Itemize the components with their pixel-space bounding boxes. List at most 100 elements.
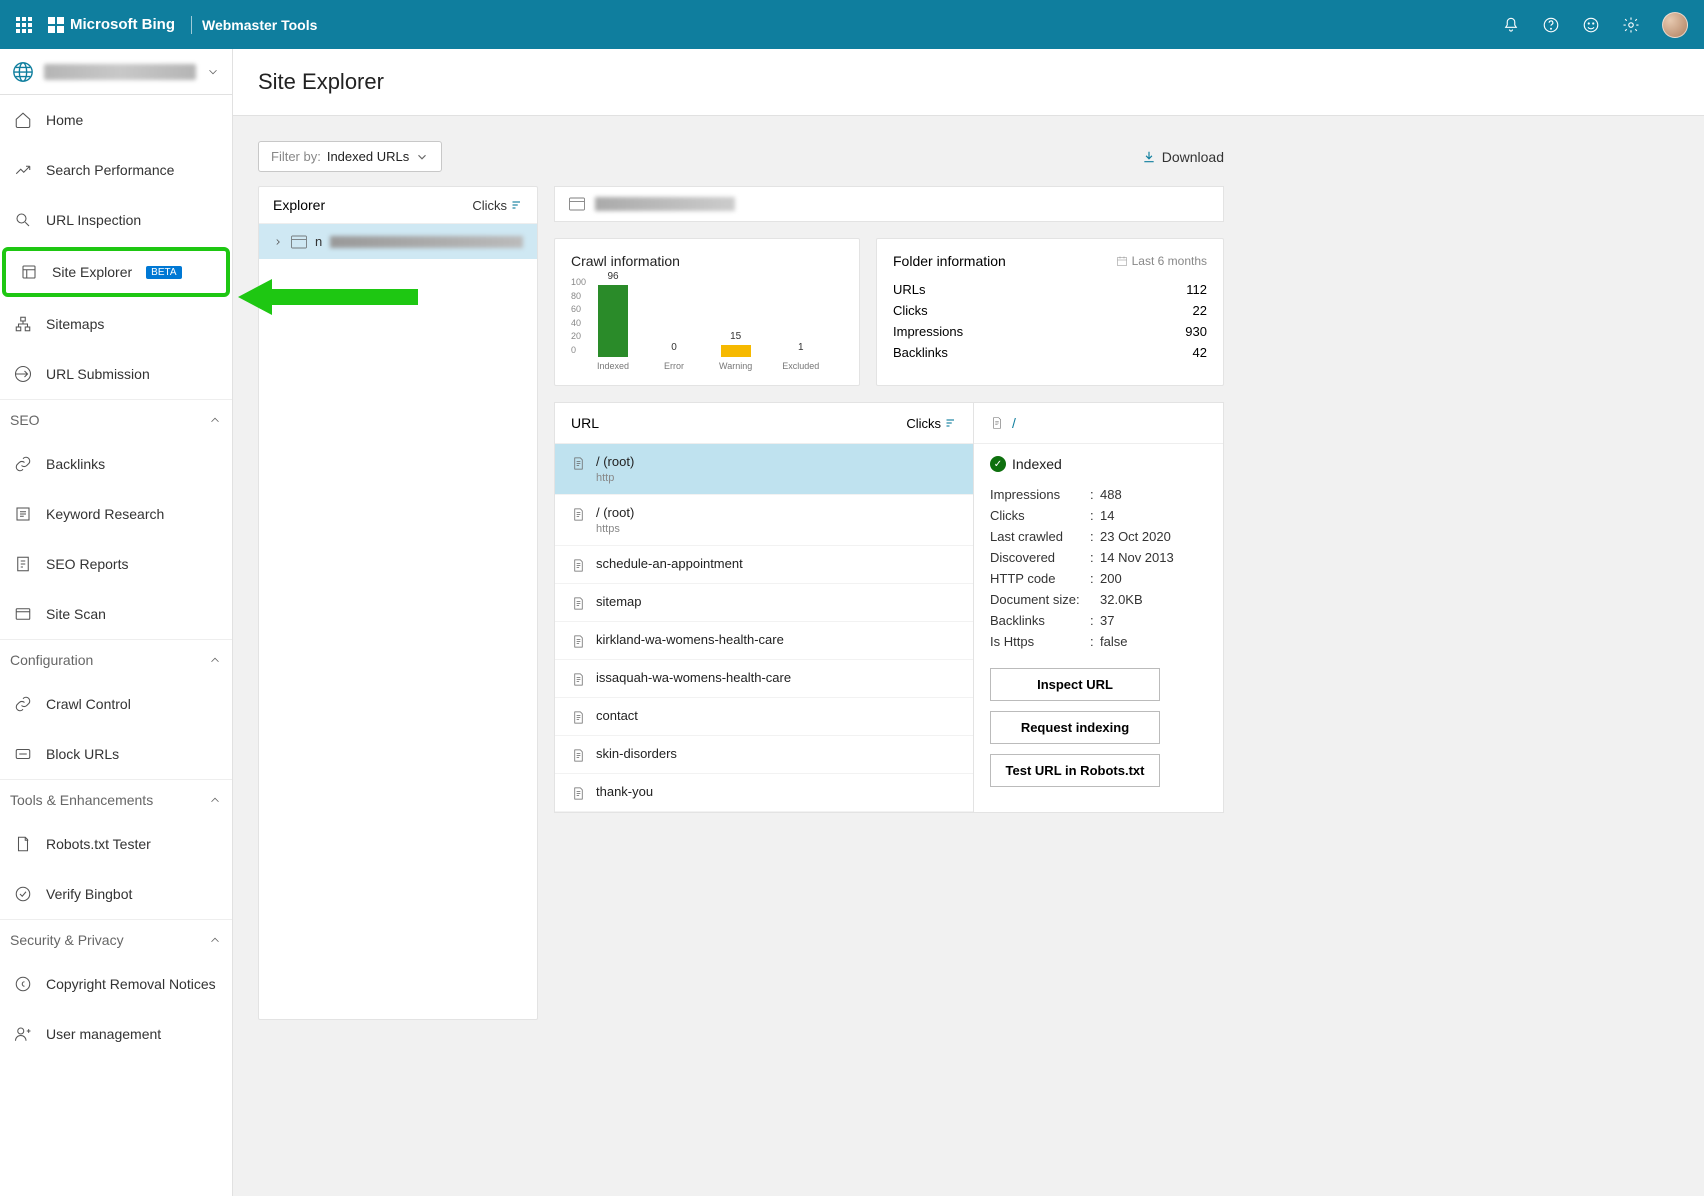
file-icon [14,835,32,853]
top-bar: Microsoft Bing Webmaster Tools [0,0,1704,49]
main: Site Explorer Filter by: Indexed URLs Do… [233,49,1704,1196]
section-config[interactable]: Configuration [0,639,232,679]
request-indexing-button[interactable]: Request indexing [990,711,1160,744]
nav-user-management[interactable]: User management [0,1009,232,1059]
site-selector[interactable] [0,49,232,95]
nav-label: Site Scan [46,606,106,622]
page-icon [990,416,1004,430]
folder-stat: Impressions930 [893,321,1207,342]
site-name-blurred [44,64,196,80]
filter-label: Filter by: [271,149,321,164]
url-item[interactable]: / (root)https [555,495,973,546]
list-icon [14,505,32,523]
nav-site-explorer[interactable]: Site Explorer BETA [2,247,230,297]
chevron-down-icon [415,150,429,164]
nav-label: User management [46,1026,161,1042]
url-item[interactable]: / (root)http [555,444,973,495]
nav-url-inspection[interactable]: URL Inspection [0,195,232,245]
detail-path-text: / [1012,415,1016,431]
user-avatar[interactable] [1662,12,1688,38]
calendar-icon [1116,255,1128,267]
period-selector[interactable]: Last 6 months [1116,254,1207,268]
settings-icon[interactable] [1622,16,1640,34]
sort-icon [511,199,523,211]
nav-robots-tester[interactable]: Robots.txt Tester [0,819,232,869]
feedback-icon[interactable] [1582,16,1600,34]
crawl-chart: 100806040200 96 Indexed 0 Error [597,275,843,371]
nav-copyright[interactable]: Copyright Removal Notices [0,959,232,1009]
folder-stat: Backlinks42 [893,342,1207,363]
home-icon [14,111,32,129]
nav-crawl-control[interactable]: Crawl Control [0,679,232,729]
nav-backlinks[interactable]: Backlinks [0,439,232,489]
detail-row: Backlinks: 37 [990,610,1207,631]
nav-seo-reports[interactable]: SEO Reports [0,539,232,589]
detail-row: Is Https: false [990,631,1207,652]
chevron-up-icon [208,933,222,947]
help-icon[interactable] [1542,16,1560,34]
bell-icon[interactable] [1502,16,1520,34]
index-status: Indexed [990,456,1207,472]
explorer-panel: Explorer Clicks n [258,186,538,1020]
url-item[interactable]: sitemap [555,584,973,622]
detail-row: Impressions: 488 [990,484,1207,505]
nav-site-scan[interactable]: Site Scan [0,589,232,639]
url-clicks-sort[interactable]: Clicks [906,415,957,431]
url-list-panel: URL Clicks / (root)http/ (root)httpssche… [554,402,974,813]
test-robots-button[interactable]: Test URL in Robots.txt [990,754,1160,787]
detail-row: Discovered: 14 Nov 2013 [990,547,1207,568]
nav-home[interactable]: Home [0,95,232,145]
section-title: Tools & Enhancements [10,792,153,808]
nav-label: Crawl Control [46,696,131,712]
filter-value: Indexed URLs [327,149,409,164]
detail-row: Clicks: 14 [990,505,1207,526]
verify-icon [14,885,32,903]
url-item[interactable]: issaquah-wa-womens-health-care [555,660,973,698]
url-item[interactable]: schedule-an-appointment [555,546,973,584]
filter-dropdown[interactable]: Filter by: Indexed URLs [258,141,442,172]
section-security[interactable]: Security & Privacy [0,919,232,959]
nav-label: URL Inspection [46,212,141,228]
crawl-info-card: Crawl information 100806040200 96 Indexe… [554,238,860,386]
explorer-clicks-sort[interactable]: Clicks [472,198,523,213]
section-title: Configuration [10,652,93,668]
detail-row: HTTP code: 200 [990,568,1207,589]
section-seo[interactable]: SEO [0,399,232,439]
nav-label: Search Performance [46,162,174,178]
url-col-head: URL [571,415,599,431]
nav-url-submission[interactable]: URL Submission [0,349,232,399]
crumb-blurred [595,197,735,211]
nav-block-urls[interactable]: Block URLs [0,729,232,779]
brand-name: Microsoft Bing [70,16,175,33]
download-icon [1142,150,1156,164]
nav-label: Robots.txt Tester [46,836,151,852]
nav-search-performance[interactable]: Search Performance [0,145,232,195]
url-item[interactable]: contact [555,698,973,736]
site-icon [569,197,585,211]
download-label: Download [1162,149,1224,165]
scan-icon [14,605,32,623]
url-item[interactable]: skin-disorders [555,736,973,774]
url-item[interactable]: thank-you [555,774,973,812]
nav-keyword-research[interactable]: Keyword Research [0,489,232,539]
download-button[interactable]: Download [1142,149,1224,165]
detail-row: Document size:32.0KB [990,589,1207,610]
url-item[interactable]: kirkland-wa-womens-health-care [555,622,973,660]
nav-sitemaps[interactable]: Sitemaps [0,299,232,349]
brand-sub: Webmaster Tools [202,17,317,33]
explorer-root-row[interactable]: n [259,224,537,259]
crawl-title: Crawl information [571,253,843,269]
nav-verify-bingbot[interactable]: Verify Bingbot [0,869,232,919]
beta-badge: BETA [146,266,181,279]
nav-label: SEO Reports [46,556,128,572]
breadcrumb-bar [554,186,1224,222]
sort-icon [945,417,957,429]
inspect-url-button[interactable]: Inspect URL [990,668,1160,701]
url-detail-panel: / Indexed Impressions: 488Clicks: 14Last… [974,402,1224,813]
bing-logo-icon [48,17,64,33]
app-launcher-icon[interactable] [16,17,32,33]
chevron-down-icon [206,65,220,79]
nav-label: Keyword Research [46,506,164,522]
section-tools[interactable]: Tools & Enhancements [0,779,232,819]
brand-logo[interactable]: Microsoft Bing Webmaster Tools [48,16,317,34]
